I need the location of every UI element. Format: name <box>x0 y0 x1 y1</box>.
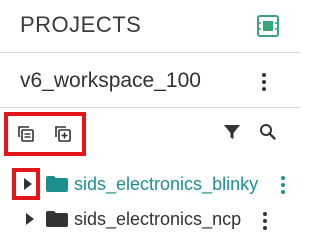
projects-panel: PROJECTS v6_workspace_100 sids_electroni… <box>0 0 300 246</box>
copy-project-icon[interactable] <box>16 124 36 144</box>
workspace-row[interactable]: v6_workspace_100 <box>0 53 300 107</box>
folder-icon <box>46 211 68 227</box>
folder-icon <box>46 176 68 192</box>
project-tree: sids_electronics_blinky sids_electronics… <box>0 160 300 246</box>
expand-arrow-icon[interactable] <box>24 212 36 226</box>
projects-toolbar <box>0 108 300 156</box>
search-icon[interactable] <box>258 122 278 142</box>
expand-arrow-icon[interactable] <box>22 177 34 191</box>
projects-header: PROJECTS <box>0 0 300 52</box>
tree-item-kebab-icon[interactable] <box>277 174 289 196</box>
panel-title: PROJECTS <box>20 12 142 37</box>
filter-icon[interactable] <box>222 122 242 142</box>
tree-item-kebab-icon[interactable] <box>259 210 271 232</box>
tree-item-label: sids_electronics_ncp <box>74 209 242 229</box>
workspace-name: v6_workspace_100 <box>20 69 201 92</box>
tree-item-label: sids_electronics_blinky <box>74 174 259 194</box>
workspace-menu-kebab-icon[interactable] <box>258 71 270 93</box>
tree-item-sids-electronics-blinky[interactable]: sids_electronics_blinky <box>0 166 300 202</box>
chip-icon[interactable] <box>256 14 280 38</box>
add-project-icon[interactable] <box>53 124 73 144</box>
tree-item-sids-electronics-ncp[interactable]: sids_electronics_ncp <box>0 202 300 238</box>
